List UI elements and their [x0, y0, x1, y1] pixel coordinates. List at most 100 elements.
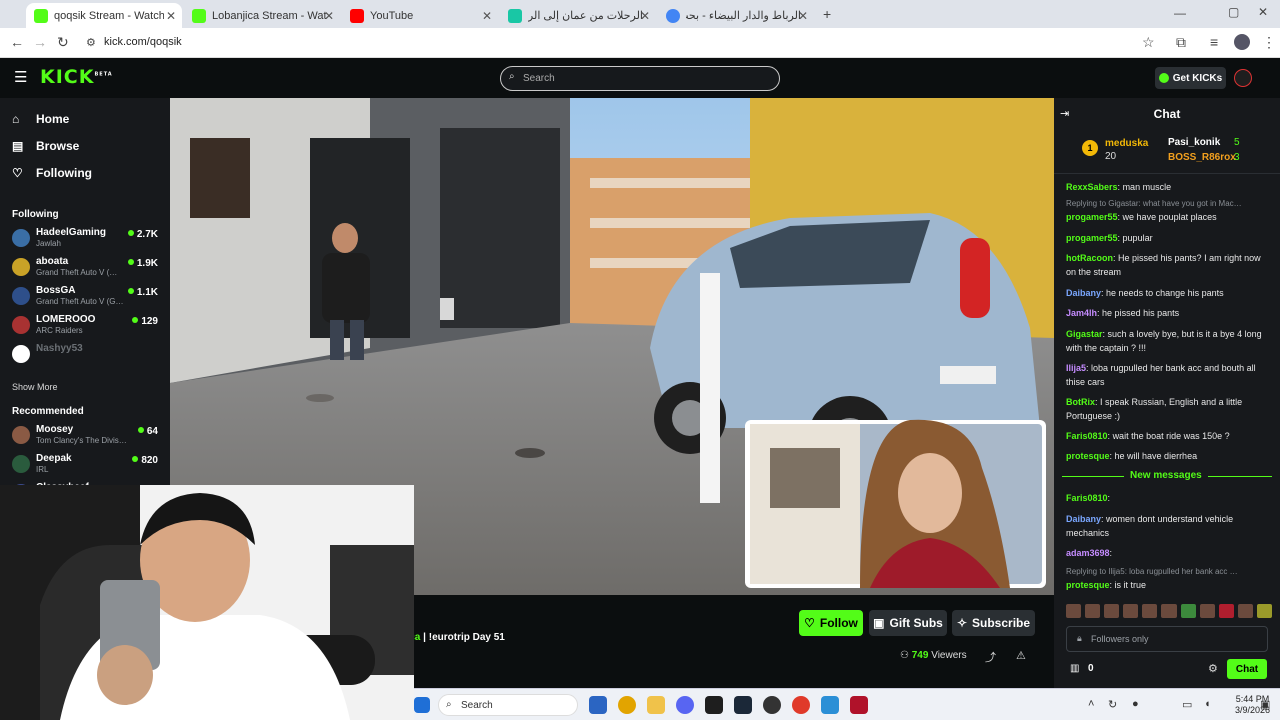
close-tab-icon[interactable]: ✕ [798, 9, 808, 23]
emote-icon[interactable] [1256, 604, 1273, 618]
follow-button[interactable]: ♡ Follow [799, 610, 863, 636]
sidebar-channel-lomerooo[interactable]: LOMEROOO ARC Raiders 129 [12, 313, 162, 337]
back-icon[interactable]: ← [10, 34, 24, 50]
photos-icon[interactable] [821, 696, 839, 714]
adobe-icon[interactable] [850, 696, 868, 714]
gifter-name[interactable]: Pasi_konik [1168, 137, 1220, 148]
nav-browse[interactable]: ▤ Browse [12, 139, 79, 153]
send-chat-button[interactable]: Chat [1227, 659, 1267, 679]
gifter-name[interactable]: BOSS_R86rox [1168, 152, 1236, 163]
get-kicks-button[interactable]: Get KICKs [1155, 67, 1226, 89]
brave-icon[interactable] [792, 696, 810, 714]
obs-icon[interactable] [763, 696, 781, 714]
chat-username[interactable]: Daibany [1066, 288, 1101, 298]
emote-icon[interactable] [1218, 604, 1234, 618]
kick-logo[interactable]: KICKBETA [40, 66, 113, 88]
sidebar-channel-hadeelgaming[interactable]: HadeelGaming Jawlah 2.7K [12, 226, 162, 250]
search-input[interactable]: ⌕ Search [500, 66, 780, 91]
chevron-up-icon[interactable]: ˄ [1088, 698, 1094, 710]
network-icon[interactable]: ▭ [1182, 698, 1192, 711]
nav-home[interactable]: ⌂ Home [12, 112, 69, 126]
hamburger-menu-icon[interactable]: ☰ [14, 68, 27, 86]
emote-icon[interactable] [1161, 604, 1177, 618]
minimize-icon[interactable]: — [1174, 6, 1186, 20]
close-tab-icon[interactable]: ✕ [324, 9, 334, 23]
show-more-link[interactable]: Show More [12, 382, 58, 392]
chat-username[interactable]: Faris0810 [1066, 493, 1108, 503]
gift-subs-button[interactable]: ▣ Gift Subs [869, 610, 947, 636]
sidebar-channel-deepak[interactable]: Deepak IRL 820 [12, 452, 162, 476]
task-view-icon[interactable] [589, 696, 607, 714]
nav-following[interactable]: ♡ Following [12, 166, 92, 180]
extensions-icon[interactable]: ⧉ [1176, 34, 1186, 51]
emote-icon[interactable] [1142, 604, 1158, 618]
tab-qoqsik[interactable]: qoqsik Stream - Watch Live ✕ [26, 3, 182, 28]
chat-username[interactable]: Daibany [1066, 514, 1101, 524]
tab-lobanjica[interactable]: Lobanjica Stream - Watch Live ✕ [184, 3, 340, 28]
volume-icon[interactable]: ◖ [1204, 698, 1211, 710]
emote-icon[interactable] [1085, 604, 1101, 618]
chat-username[interactable]: protesque [1066, 451, 1110, 461]
bookmark-star-icon[interactable]: ☆ [1142, 34, 1155, 51]
maximize-icon[interactable]: ▢ [1228, 5, 1239, 19]
close-tab-icon[interactable]: ✕ [640, 9, 650, 23]
chat-username[interactable]: Gigastar [1066, 329, 1103, 339]
share-icon[interactable]: ⤴ [985, 649, 996, 665]
chat-username[interactable]: Ilija5 [1066, 363, 1086, 373]
forward-icon[interactable]: → [33, 34, 47, 50]
emote-icon[interactable] [1123, 604, 1139, 618]
sidebar-channel-bossga[interactable]: BossGA Grand Theft Auto V (G… 1.1K [12, 284, 162, 308]
close-window-icon[interactable]: ✕ [1258, 5, 1268, 19]
gifter-name[interactable]: meduska [1105, 138, 1148, 149]
taskbar-search[interactable]: ⌕ Search [438, 694, 578, 716]
media-control-icon[interactable]: ≡ [1210, 34, 1218, 50]
menu-dots-icon[interactable]: ⋮ [1262, 34, 1276, 51]
chat-username[interactable]: Faris0810 [1066, 431, 1108, 441]
chat-username[interactable]: Jam4lh [1066, 308, 1097, 318]
tab-flights[interactable]: الرحلات من عمان إلى الرباط ✕ [500, 3, 656, 28]
windows-start-icon[interactable] [414, 697, 430, 713]
close-tab-icon[interactable]: ✕ [166, 9, 176, 23]
points-icon[interactable]: ▥ [1070, 663, 1079, 674]
emote-icon[interactable] [1199, 604, 1215, 618]
chat-username[interactable]: BotRix [1066, 397, 1095, 407]
reload-icon[interactable]: ↻ [57, 34, 69, 51]
chat-username[interactable]: progamer55 [1066, 212, 1118, 222]
chat-message: Faris0810: [1066, 493, 1111, 503]
chat-username[interactable]: hotRacoon [1066, 253, 1113, 263]
notification-bell-icon[interactable]: ▣ [1260, 698, 1270, 711]
discord-icon[interactable] [676, 696, 694, 714]
emote-icon[interactable] [1104, 604, 1120, 618]
profile-avatar[interactable] [1234, 34, 1250, 50]
file-explorer-icon[interactable] [647, 696, 665, 714]
sidebar-channel-aboata[interactable]: aboata Grand Theft Auto V (… 1.9K [12, 255, 162, 279]
emote-icon[interactable] [1066, 604, 1082, 618]
report-icon[interactable]: ⚠ [1016, 649, 1026, 662]
emote-icon[interactable] [1237, 604, 1253, 618]
chat-username[interactable]: RexxSabers [1066, 182, 1118, 192]
gear-icon[interactable]: ⚙ [1208, 662, 1218, 675]
microphone-icon[interactable]: ● [1132, 698, 1139, 710]
user-avatar[interactable] [1234, 69, 1252, 87]
subscribe-button[interactable]: ✧ Subscribe [952, 610, 1035, 636]
chat-username[interactable]: adam3698 [1066, 548, 1110, 558]
url-field[interactable]: kick.com/qoqsik [104, 36, 182, 48]
steam-icon[interactable] [734, 696, 752, 714]
plus-icon[interactable]: + [823, 6, 831, 22]
chat-username[interactable]: protesque [1066, 580, 1110, 590]
site-info-icon[interactable]: ⚙ [86, 36, 96, 49]
chat-input[interactable]: 🔒︎ Followers only [1066, 626, 1268, 652]
emote-icon[interactable] [1180, 604, 1196, 618]
chat-text: loba rugpulled her bank acc and bouth al… [1066, 363, 1256, 387]
close-tab-icon[interactable]: ✕ [482, 9, 492, 23]
chrome-icon[interactable] [618, 696, 636, 714]
tab-google[interactable]: الرباط والدار البيضاء - بحث Google ✕ [658, 3, 814, 28]
sync-icon[interactable]: ↻ [1108, 698, 1117, 711]
sidebar-channel-moosey[interactable]: Moosey Tom Clancy's The Divis… 64 [12, 423, 162, 447]
channel-name: LOMEROOO [36, 314, 96, 325]
tab-youtube[interactable]: YouTube ✕ [342, 3, 498, 28]
app-icon[interactable] [705, 696, 723, 714]
sidebar-channel-nashyy53[interactable]: Nashyy53 [12, 342, 162, 366]
webcam-frame [0, 485, 414, 720]
chat-username[interactable]: progamer55 [1066, 233, 1118, 243]
